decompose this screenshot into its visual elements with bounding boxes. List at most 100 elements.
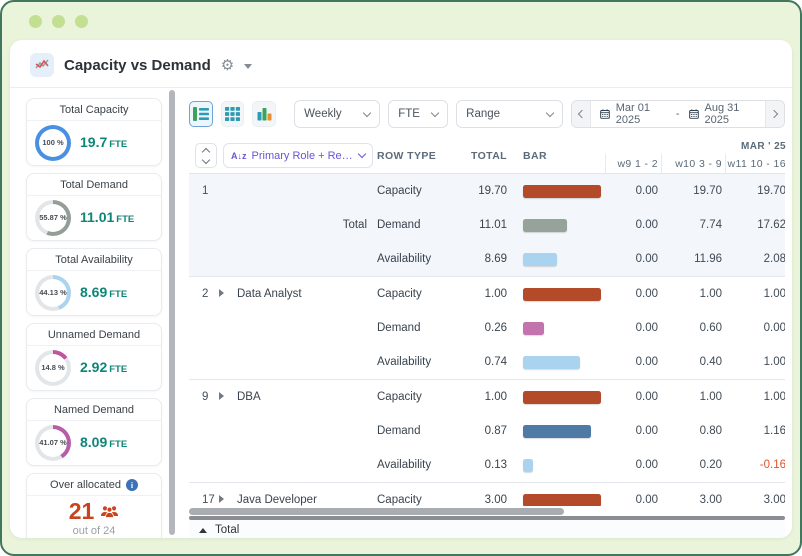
value-bar (523, 252, 558, 266)
table-row: 9 DBA Capacity 1.00 0.00 1.00 1.00 (189, 380, 785, 414)
start-date-value: Mar 01 2025 (615, 102, 650, 126)
bar-track (523, 184, 601, 198)
row-type: Availability (377, 253, 432, 265)
chevron-left-icon (577, 109, 587, 119)
group-by-dropdown[interactable]: A↓z Primary Role + Resource... (223, 143, 373, 168)
expand-arrow[interactable] (219, 494, 237, 506)
row-type: Demand (377, 425, 421, 437)
progress-ring: 44.13 % (35, 274, 71, 311)
kpi-label: Named Demand (27, 399, 161, 421)
page-header: Capacity vs Demand ⚙ (10, 40, 792, 88)
title-dropdown-caret-icon[interactable] (244, 63, 253, 69)
expand-arrow[interactable] (219, 288, 237, 300)
expand-arrow[interactable] (219, 391, 237, 403)
unit-select-value: FTE (398, 108, 420, 120)
month-header: MAR ' 25 (740, 140, 786, 152)
group-by-label: Primary Role + Resource... (251, 149, 355, 162)
week-value: 1.00 (763, 288, 785, 300)
range-select-value: Range (466, 108, 501, 120)
progress-ring: 14.8 % (35, 349, 71, 386)
app-window: Capacity vs Demand ⚙ Total Capacity 100 %… (10, 40, 792, 538)
footer-total-label: Total (215, 524, 240, 536)
table-footer-total-row[interactable]: Total (189, 520, 785, 538)
row-order-button[interactable] (195, 143, 217, 168)
bar-cell (513, 252, 605, 266)
kpi-number: 8.09 (80, 433, 108, 450)
chevron-down-icon (362, 108, 372, 117)
main-panel: Weekly FTE Range Mar 01 2025 - Aug 31 20… (179, 88, 792, 538)
interval-select-value: Weekly (304, 108, 342, 120)
kpi-value: 19.7 FTE (80, 134, 127, 152)
window-dot[interactable] (29, 15, 42, 28)
end-date-value: Aug 31 2025 (704, 102, 740, 126)
column-header-total: TOTAL (470, 149, 507, 162)
capacity-table: A↓z Primary Role + Resource... ROW TYPE … (189, 138, 786, 538)
range-select[interactable]: Range (456, 100, 564, 128)
kpi-number: 11.01 (80, 208, 115, 225)
window-dot[interactable] (52, 15, 65, 28)
row-type: Demand (377, 219, 421, 231)
vertical-scrollbar[interactable] (169, 90, 175, 535)
kpi-card: Total Availability 44.13 % 8.69 FTE (26, 248, 162, 316)
unit-select[interactable]: FTE (388, 100, 449, 128)
start-date-field[interactable]: Mar 01 2025 (591, 102, 676, 126)
value-bar (523, 458, 534, 472)
value-bar (523, 287, 601, 301)
bar-cell (513, 424, 605, 438)
bar-chart-view-button[interactable] (252, 101, 277, 127)
total-value: 0.13 (484, 459, 507, 471)
total-value: 19.70 (478, 185, 507, 197)
kpi-card: Total Demand 55.87 % 11.01 FTE (26, 173, 162, 241)
kpi-label: Over allocated (50, 479, 121, 491)
board-view-button[interactable] (189, 101, 213, 127)
settings-gear-icon[interactable]: ⚙ (221, 58, 234, 73)
prev-period-button[interactable] (572, 101, 591, 127)
next-period-button[interactable] (765, 101, 784, 127)
group-name: Total (342, 219, 367, 231)
column-header-week: w10 3 - 9 (661, 154, 725, 173)
row-type: Demand (377, 322, 421, 334)
capacity-chart-icon (30, 53, 54, 77)
kpi-sidebar: Total Capacity 100 % 19.7 FTE Total Demand 55… (10, 88, 167, 538)
kpi-unit: FTE (116, 213, 135, 225)
table-row: 1 Capacity 19.70 0.00 19.70 19.70 (189, 174, 785, 208)
bar-track (523, 493, 601, 506)
week-value: 11.96 (694, 253, 722, 265)
chevron-down-icon (201, 155, 211, 164)
week-value: 0.40 (699, 356, 722, 368)
week-value: 0.00 (635, 459, 658, 471)
total-value: 8.69 (484, 253, 507, 265)
interval-select[interactable]: Weekly (294, 100, 381, 128)
date-range-picker: Mar 01 2025 - Aug 31 2025 (571, 100, 785, 128)
column-header-week: w11 10 - 16 (725, 154, 789, 173)
chevron-down-icon (357, 149, 367, 159)
horizontal-scrollbar-thumb[interactable] (189, 508, 565, 515)
toolbar: Weekly FTE Range Mar 01 2025 - Aug 31 20… (189, 100, 785, 128)
week-value: 0.20 (699, 459, 722, 471)
chevron-right-icon (769, 109, 779, 119)
table-row: 2 Data Analyst Capacity 1.00 0.00 1.00 1.00 (189, 277, 785, 311)
table-row: Availability 0.13 0.00 0.20 -0.16 (189, 448, 785, 482)
grid-view-button[interactable] (220, 101, 245, 127)
row-type: Capacity (377, 288, 422, 300)
column-header-week: w9 1 - 2 (605, 154, 661, 173)
table-body: 1 Capacity 19.70 0.00 19.70 19.70 Total Demand 1… (189, 174, 785, 506)
kpi-body: 41.07 % 8.09 FTE (27, 421, 161, 465)
horizontal-scrollbar[interactable] (189, 508, 785, 520)
week-value: 0.00 (635, 391, 658, 403)
kpi-value: 8.09 FTE (80, 434, 127, 452)
week-value: 0.00 (635, 219, 658, 231)
table-row: Demand 0.87 0.00 0.80 1.16 (189, 414, 785, 448)
window-dot[interactable] (75, 15, 88, 28)
bar-cell (513, 390, 605, 404)
expand-triangle-icon (219, 392, 224, 400)
bar-track (523, 252, 601, 266)
end-date-field[interactable]: Aug 31 2025 (680, 102, 766, 126)
week-value: 0.00 (635, 322, 658, 334)
value-bar (523, 355, 580, 369)
info-icon[interactable]: i (125, 479, 138, 491)
row-type: Capacity (377, 185, 422, 197)
kpi-body: 44.13 % 8.69 FTE (27, 271, 161, 315)
bar-cell (513, 184, 605, 198)
content-area: Total Capacity 100 % 19.7 FTE Total Demand 55… (10, 88, 792, 538)
